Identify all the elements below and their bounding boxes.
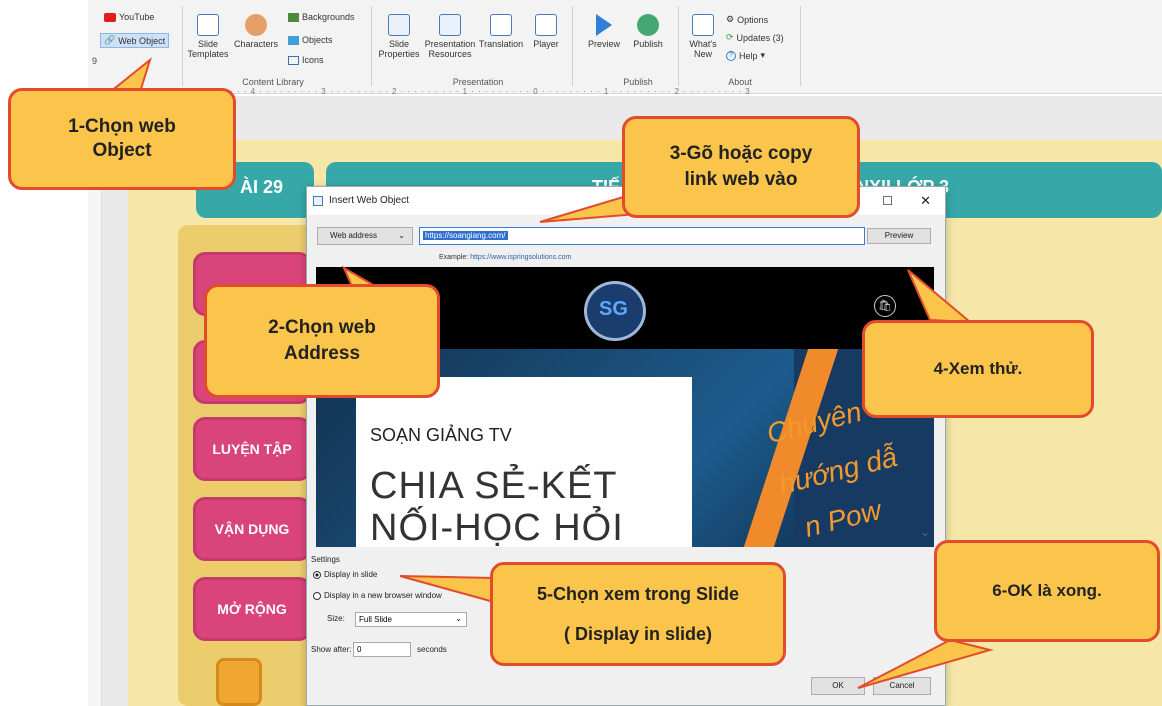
callout-step-6: 6-OK là xong. [934, 540, 1160, 642]
callout-step-2: 2-Chọn web Address [204, 284, 440, 398]
callout-4-pointer [907, 269, 973, 324]
callout-5-pointer [399, 575, 495, 604]
callout-step-4: 4-Xem thử. [862, 320, 1094, 418]
callout-step-1: 1-Chọn web Object [8, 88, 236, 190]
callout-step-5: 5-Chọn xem trong Slide ( Display in slid… [490, 562, 786, 666]
callout-6-pointer [857, 638, 994, 689]
callout-step-3: 3-Gõ hoặc copy link web vào [622, 116, 860, 218]
